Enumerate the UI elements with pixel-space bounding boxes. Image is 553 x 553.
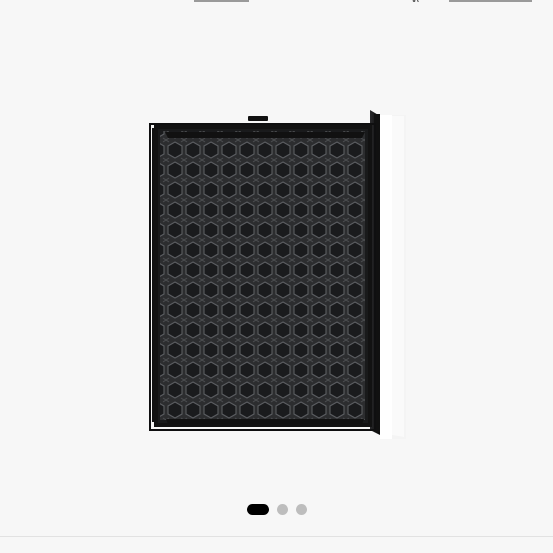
carousel-dot-1[interactable] [246, 503, 269, 515]
top-tab-underline-left[interactable] [194, 0, 249, 2]
top-tab-underline-right[interactable] [449, 0, 532, 2]
carousel-dot-2[interactable] [276, 503, 288, 515]
carousel-pagination [0, 503, 553, 515]
air-purifier-filter-image [149, 110, 406, 439]
top-navigation-strip: ᕕ [0, 0, 553, 8]
bottom-divider [0, 536, 553, 537]
product-gallery: ᕕ [0, 0, 553, 553]
carousel-dot-3[interactable] [295, 503, 307, 515]
cart-icon[interactable]: ᕕ [412, 0, 419, 5]
